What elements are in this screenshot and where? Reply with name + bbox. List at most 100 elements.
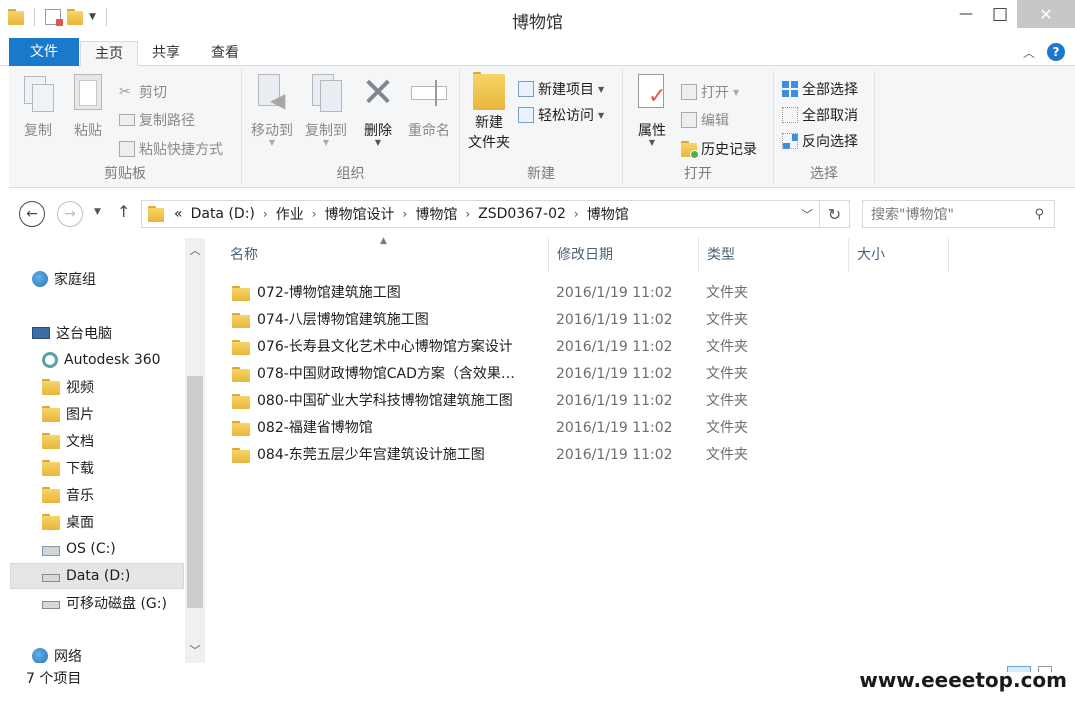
breadcrumb-chevron-icon[interactable]: ›: [399, 207, 412, 221]
select-none-button[interactable]: 全部取消: [782, 103, 858, 127]
copy-button[interactable]: 复制: [15, 72, 61, 140]
table-row[interactable]: 082-福建省博物馆 2016/1/19 11:02 文件夹: [222, 415, 982, 442]
address-dropdown-icon[interactable]: ﹀: [801, 206, 813, 223]
minimize-button[interactable]: —: [949, 0, 983, 28]
forward-button[interactable]: →: [57, 201, 83, 227]
nav-pictures[interactable]: 图片: [10, 401, 184, 427]
select-all-button[interactable]: 全部选择: [782, 77, 858, 101]
history-button[interactable]: 历史记录: [681, 137, 757, 161]
nav-videos[interactable]: 视频: [10, 374, 184, 400]
breadcrumb-overflow[interactable]: «: [170, 206, 187, 222]
scrollbar-thumb[interactable]: [187, 376, 203, 608]
table-row[interactable]: 078-中国财政博物馆CAD方案（含效果… 2016/1/19 11:02 文件…: [222, 361, 982, 388]
new-folder-button[interactable]: 新建 文件夹: [462, 72, 516, 152]
table-row[interactable]: 074-八层博物馆建筑施工图 2016/1/19 11:02 文件夹: [222, 307, 982, 334]
customize-qat-dropdown-icon[interactable]: ▼: [89, 12, 96, 22]
nav-os-c[interactable]: OS (C:): [10, 536, 184, 562]
breadcrumb-current[interactable]: 博物馆: [583, 204, 633, 224]
back-button[interactable]: ←: [19, 201, 45, 227]
status-bar: 7 个项目 www.eeeetop.com: [0, 663, 1075, 701]
breadcrumb-homework[interactable]: 作业: [272, 204, 308, 224]
nav-homegroup-label: 家庭组: [54, 272, 96, 288]
nav-music[interactable]: 音乐: [10, 482, 184, 508]
nav-data-d[interactable]: Data (D:): [10, 563, 184, 589]
breadcrumb-chevron-icon[interactable]: ›: [259, 207, 272, 221]
breadcrumb-chevron-icon[interactable]: ›: [461, 207, 474, 221]
breadcrumb-zsd[interactable]: ZSD0367-02: [474, 206, 570, 222]
windows-drive-icon: [42, 546, 60, 556]
column-header-name[interactable]: 名称: [222, 238, 549, 272]
breadcrumb-data-drive[interactable]: Data (D:): [187, 206, 259, 222]
column-header-type[interactable]: 类型: [699, 238, 849, 272]
copy-path-button[interactable]: 复制路径: [119, 108, 195, 132]
properties-button[interactable]: ✓ 属性 ▼: [627, 72, 677, 147]
navigation-pane: 家庭组 这台电脑 Autodesk 360 视频 图片 文档 下载 音乐 桌面 …: [10, 238, 205, 665]
ribbon-right-controls: ︿ ?: [1023, 43, 1065, 61]
refresh-button[interactable]: ↻: [820, 200, 850, 228]
computer-icon: [32, 327, 50, 339]
title-bar: ▼ 博物馆 — □ ✕: [0, 0, 1075, 38]
delete-button[interactable]: ✕ 删除 ▼: [356, 72, 400, 147]
maximize-button[interactable]: □: [983, 0, 1017, 28]
scissors-icon: ✂: [119, 84, 131, 100]
scroll-down-icon[interactable]: ﹀: [185, 642, 205, 658]
recent-locations-dropdown-icon[interactable]: ▼: [94, 207, 101, 217]
tab-view[interactable]: 查看: [197, 41, 253, 66]
table-row[interactable]: 084-东莞五层少年宫建筑设计施工图 2016/1/19 11:02 文件夹: [222, 442, 982, 469]
file-name: 080-中国矿业大学科技博物馆建筑施工图: [257, 393, 513, 409]
chevron-up-icon[interactable]: ︿: [1023, 44, 1035, 61]
nav-removable-g[interactable]: 可移动磁盘 (G:): [10, 590, 184, 616]
folder-icon: [232, 421, 250, 436]
nav-homegroup[interactable]: 家庭组: [10, 266, 184, 292]
table-row[interactable]: 076-长寿县文化艺术中心博物馆方案设计 2016/1/19 11:02 文件夹: [222, 334, 982, 361]
breadcrumb-chevron-icon[interactable]: ›: [570, 207, 583, 221]
paste-button[interactable]: 粘贴: [65, 72, 111, 140]
edit-button[interactable]: 编辑: [681, 108, 729, 132]
nav-desktop[interactable]: 桌面: [10, 509, 184, 535]
search-icon[interactable]: ⚲: [1034, 207, 1044, 222]
new-group-label: 新建: [527, 166, 555, 182]
nav-item-label: OS (C:): [66, 541, 116, 557]
move-to-button[interactable]: ◀ 移动到 ▼: [246, 72, 298, 147]
cut-button[interactable]: ✂ 剪切: [119, 80, 167, 104]
folder-app-icon: [8, 9, 24, 25]
breadcrumb-museum-design[interactable]: 博物馆设计: [321, 204, 399, 224]
easy-access-button[interactable]: 轻松访问 ▼: [518, 103, 604, 127]
properties-qat-icon[interactable]: [45, 9, 63, 26]
tab-share[interactable]: 共享: [138, 41, 194, 66]
nav-this-pc[interactable]: 这台电脑: [10, 320, 184, 346]
nav-autodesk-360[interactable]: Autodesk 360: [10, 347, 184, 373]
navigation-scrollbar[interactable]: ︿ ﹀: [185, 238, 205, 663]
copy-to-button[interactable]: 复制到 ▼: [300, 72, 352, 147]
new-item-button[interactable]: 新建项目 ▼: [518, 77, 604, 101]
new-folder-label-2: 文件夹: [468, 135, 510, 151]
column-header-date[interactable]: 修改日期: [549, 238, 699, 272]
help-icon[interactable]: ?: [1047, 43, 1065, 61]
nav-downloads[interactable]: 下载: [10, 455, 184, 481]
folder-icon: [232, 313, 250, 328]
table-row[interactable]: 072-博物馆建筑施工图 2016/1/19 11:02 文件夹: [222, 280, 982, 307]
tab-file[interactable]: 文件: [9, 38, 79, 66]
quick-access-toolbar: ▼: [8, 8, 111, 26]
table-row[interactable]: 080-中国矿业大学科技博物馆建筑施工图 2016/1/19 11:02 文件夹: [222, 388, 982, 415]
rename-button[interactable]: 重命名: [404, 72, 454, 140]
search-input[interactable]: 搜索"博物馆" ⚲: [862, 200, 1055, 228]
breadcrumb-museum[interactable]: 博物馆: [411, 204, 461, 224]
folder-icon: [232, 286, 250, 301]
file-type: 文件夹: [706, 393, 748, 409]
new-folder-qat-icon[interactable]: [67, 9, 83, 25]
ribbon-tabs: 文件 主页 共享 查看 ︿ ?: [0, 38, 1075, 67]
nav-item-label: 音乐: [66, 488, 94, 504]
scroll-up-icon[interactable]: ︿: [185, 242, 205, 258]
breadcrumb-chevron-icon[interactable]: ›: [308, 207, 321, 221]
invert-selection-button[interactable]: 反向选择: [782, 129, 858, 153]
paste-shortcut-button[interactable]: 粘贴快捷方式: [119, 137, 223, 161]
nav-documents[interactable]: 文档: [10, 428, 184, 454]
tab-home[interactable]: 主页: [80, 41, 138, 67]
close-button[interactable]: ✕: [1017, 0, 1075, 28]
open-button[interactable]: 打开 ▼: [681, 80, 739, 104]
address-bar[interactable]: « Data (D:) › 作业 › 博物馆设计 › 博物馆 › ZSD0367…: [141, 200, 820, 228]
up-button[interactable]: ↑: [117, 202, 130, 221]
column-header-size[interactable]: 大小: [849, 238, 949, 272]
organize-group-label: 组织: [336, 166, 365, 182]
